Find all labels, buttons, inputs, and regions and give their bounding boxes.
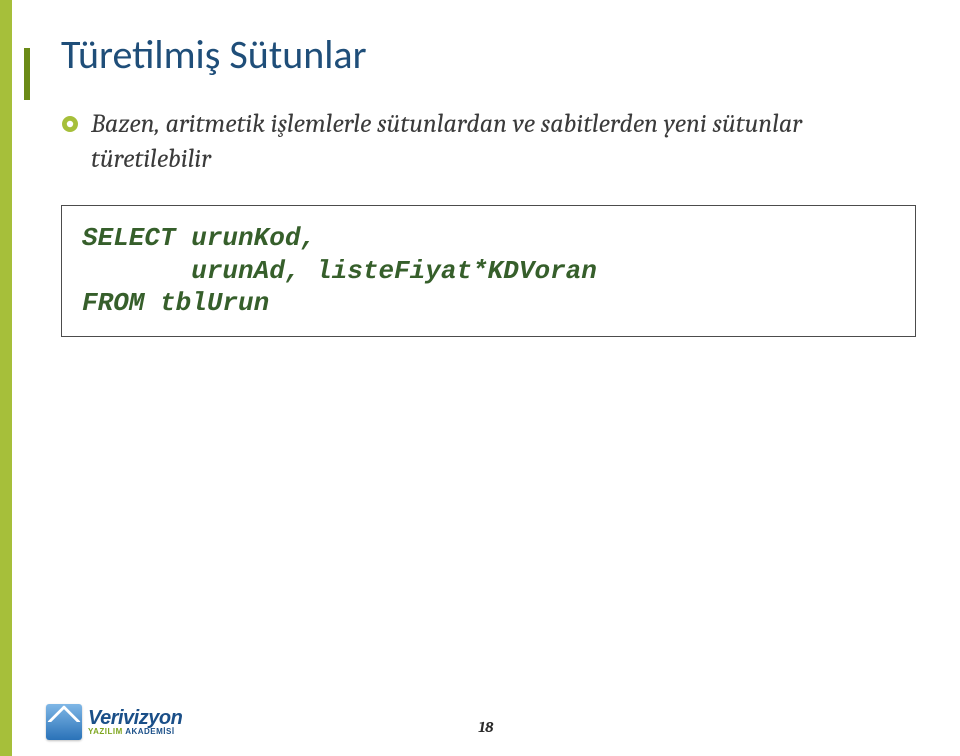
footer-logo: Verivizyon YAZILIM AKADEMİSİ <box>46 704 182 740</box>
logo-brand: Verivizyon <box>88 708 182 728</box>
bullet-icon <box>61 115 79 133</box>
bullet-item: Bazen, aritmetik işlemlerle sütunlardan … <box>57 107 920 177</box>
slide-title: Türetilmiş Sütunlar <box>57 30 920 79</box>
code-block: SELECT urunKod, urunAd, listeFiyat*KDVor… <box>61 205 916 337</box>
logo-sub-suffix: AKADEMİSİ <box>123 727 175 736</box>
code-content: SELECT urunKod, urunAd, listeFiyat*KDVor… <box>82 222 895 320</box>
logo-subtitle: YAZILIM AKADEMİSİ <box>88 728 182 736</box>
bullet-text: Bazen, aritmetik işlemlerle sütunlardan … <box>91 107 920 177</box>
logo-text: Verivizyon YAZILIM AKADEMİSİ <box>88 708 182 736</box>
slide: Türetilmiş Sütunlar Bazen, aritmetik işl… <box>0 0 960 756</box>
logo-sub-prefix: YAZILIM <box>88 727 123 736</box>
title-accent <box>24 48 30 100</box>
page-number: 18 <box>479 718 494 736</box>
logo-mark-icon <box>46 704 82 740</box>
